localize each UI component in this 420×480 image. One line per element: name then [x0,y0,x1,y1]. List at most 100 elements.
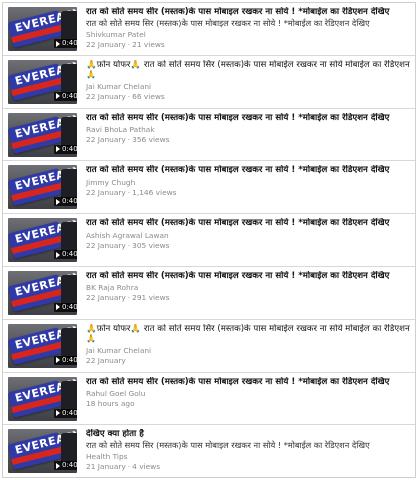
duration-text: 0:40 [62,408,77,417]
duration-text: 0:40 [62,461,77,470]
video-title-line2[interactable]: रात को सोते समय सिर (मस्तक)के पास मोबाइल… [86,18,411,28]
upload-date: 22 January [86,356,126,366]
duration-text: 0:40 [62,39,77,47]
video-item[interactable]: EVEREADY 0:40 रात को सोते समय सीर (मस्तक… [3,109,415,162]
view-count: 66 views [132,92,165,102]
video-meta: रात को सोते समय सीर (मस्तक)के पास मोबाइल… [77,113,411,161]
video-thumbnail[interactable]: EVEREADY 0:40 [8,112,77,157]
duration-badge: 0:40 [54,39,77,48]
video-meta: देखिए क्या होता है रात को सोते समय सिर (… [77,429,411,478]
channel-name[interactable]: Ashish Agrawal Lawan [86,231,411,241]
channel-name[interactable]: Rahul Goel Golu [86,389,411,399]
video-title[interactable]: रात को सोते समय सीर (मस्तक)के पास मोबाइल… [86,377,411,388]
upload-date: 22 January [86,135,126,145]
video-thumbnail[interactable]: EVEREADY 0:40 [8,429,77,474]
video-title[interactable]: 🙏फ़ोन योफर🙏 रात को सोते समय सिर (मस्तक)क… [86,324,411,335]
video-stats: 22 January · 291 views [86,293,170,303]
video-thumbnail[interactable]: EVEREADY 0:40 [8,323,77,368]
play-icon [56,93,60,100]
channel-name[interactable]: Jai Kumar Chelani [86,346,411,356]
duration-badge: 0:40 [54,302,77,312]
video-thumbnail[interactable]: EVEREADY 0:40 [8,165,77,210]
video-thumbnail[interactable]: EVEREADY 0:40 [8,218,77,263]
play-icon [56,410,60,417]
video-results-list: EVEREADY 0:40 रात को सोते समय सीर (मस्तक… [2,2,416,478]
duration-badge: 0:40 [54,408,77,418]
play-icon [56,146,60,153]
video-stats: 18 hours ago [86,399,411,409]
play-icon [56,357,60,364]
video-thumbnail[interactable]: EVEREADY 0:40 [8,7,77,51]
duration-badge: 0:40 [54,250,77,260]
video-thumbnail[interactable]: EVEREADY 0:40 [8,59,77,104]
video-stats: 22 January · 1,146 views [86,187,177,197]
video-title[interactable]: रात को सोते समय सीर (मस्तक)के पास मोबाइल… [86,165,411,176]
video-item[interactable]: EVEREADY 0:40 रात को सोते समय सीर (मस्तक… [3,161,415,215]
video-thumbnail[interactable]: EVEREADY 0:40 [8,376,77,421]
view-count: 21 views [132,39,165,49]
view-count: 1,146 views [132,187,177,197]
video-stats: 22 January · 305 views [86,240,170,250]
video-item[interactable]: EVEREADY 0:40 रात को सोते समय सीर (मस्तक… [3,267,415,320]
play-icon [56,304,60,311]
video-stats: 22 January · 21 views [86,39,165,49]
video-meta: रात को सोते समय सीर (मस्तक)के पास मोबाइल… [77,7,411,55]
duration-text: 0:40 [62,144,77,153]
upload-date: 22 January [86,293,126,303]
video-item[interactable]: EVEREADY 0:40 🙏फ़ोन योफर🙏 रात को सोते सम… [3,320,415,373]
video-title[interactable]: रात को सोते समय सीर (मस्तक)के पास मोबाइल… [86,113,411,124]
channel-name[interactable]: Jimmy Chugh [86,178,411,188]
video-stats: 22 January [86,356,411,366]
video-title[interactable]: रात को सोते समय सीर (मस्तक)के पास मोबाइल… [86,271,411,282]
view-count: 356 views [132,135,170,145]
play-icon [56,462,60,469]
play-icon [56,40,60,47]
video-stats: 21 January · 4 views [86,461,161,471]
video-item[interactable]: EVEREADY 0:40 रात को सोते समय सीर (मस्तक… [3,373,415,426]
duration-badge: 0:40 [54,91,77,101]
upload-date: 22 January [86,240,126,250]
duration-text: 0:40 [62,197,77,206]
video-title[interactable]: रात को सोते समय सीर (मस्तक)के पास मोबाइल… [86,218,411,229]
video-item[interactable]: EVEREADY 0:40 🙏फ़ोन योफर🙏 रात को सोते सम… [3,56,415,109]
view-count: 305 views [132,240,170,250]
video-title[interactable]: 🙏फ़ोन योफर🙏 रात को सोते समय सिर (मस्तक)क… [86,60,411,71]
video-meta: रात को सोते समय सीर (मस्तक)के पास मोबाइल… [77,271,411,319]
channel-name[interactable]: BK Raja Rohra [86,283,411,293]
channel-name[interactable]: Jai Kumar Chelani [86,82,411,92]
play-icon [56,251,60,258]
duration-text: 0:40 [62,355,77,364]
duration-text: 0:40 [62,250,77,259]
upload-date: 22 January [86,39,126,49]
video-item[interactable]: EVEREADY 0:40 रात को सोते समय सीर (मस्तक… [3,214,415,267]
channel-name[interactable]: Shivkumar Patel [86,30,411,40]
video-item[interactable]: EVEREADY 0:40 रात को सोते समय सीर (मस्तक… [3,3,415,56]
upload-date: 21 January [86,461,126,471]
video-stats: 22 January · 356 views [86,135,170,145]
video-meta: रात को सोते समय सीर (मस्तक)के पास मोबाइल… [77,165,411,213]
channel-name[interactable]: Ravi BhoLa Pathak [86,125,411,135]
video-title-line2[interactable]: रात को सोते समय सिर (मस्तक)के पास मोबाइल… [86,440,411,450]
video-thumbnail[interactable]: EVEREADY 0:40 [8,270,77,315]
duration-badge: 0:40 [54,461,77,471]
play-icon [56,198,60,205]
duration-text: 0:40 [62,91,77,100]
video-meta: 🙏फ़ोन योफर🙏 रात को सोते समय सिर (मस्तक)क… [77,324,411,372]
duration-text: 0:40 [62,302,77,311]
view-count: 291 views [132,293,170,303]
video-title-line2[interactable]: 🙏 [86,334,411,344]
video-item[interactable]: EVEREADY 0:40 देखिए क्या होता है रात को … [3,425,415,478]
duration-badge: 0:40 [54,355,77,365]
video-title[interactable]: रात को सोते समय सीर (मस्तक)के पास मोबाइल… [86,7,411,18]
channel-name[interactable]: Health Tips [86,452,411,462]
upload-date: 22 January [86,92,126,102]
upload-date: 22 January [86,187,126,197]
video-meta: रात को सोते समय सीर (मस्तक)के पास मोबाइल… [77,218,411,266]
video-title-line2[interactable]: 🙏 [86,70,411,80]
video-title[interactable]: देखिए क्या होता है [86,429,411,440]
video-stats: 22 January · 66 views [86,92,165,102]
duration-badge: 0:40 [54,197,77,207]
duration-badge: 0:40 [54,144,77,154]
view-count: 4 views [132,461,161,471]
video-meta: रात को सोते समय सीर (मस्तक)के पास मोबाइल… [77,377,411,425]
